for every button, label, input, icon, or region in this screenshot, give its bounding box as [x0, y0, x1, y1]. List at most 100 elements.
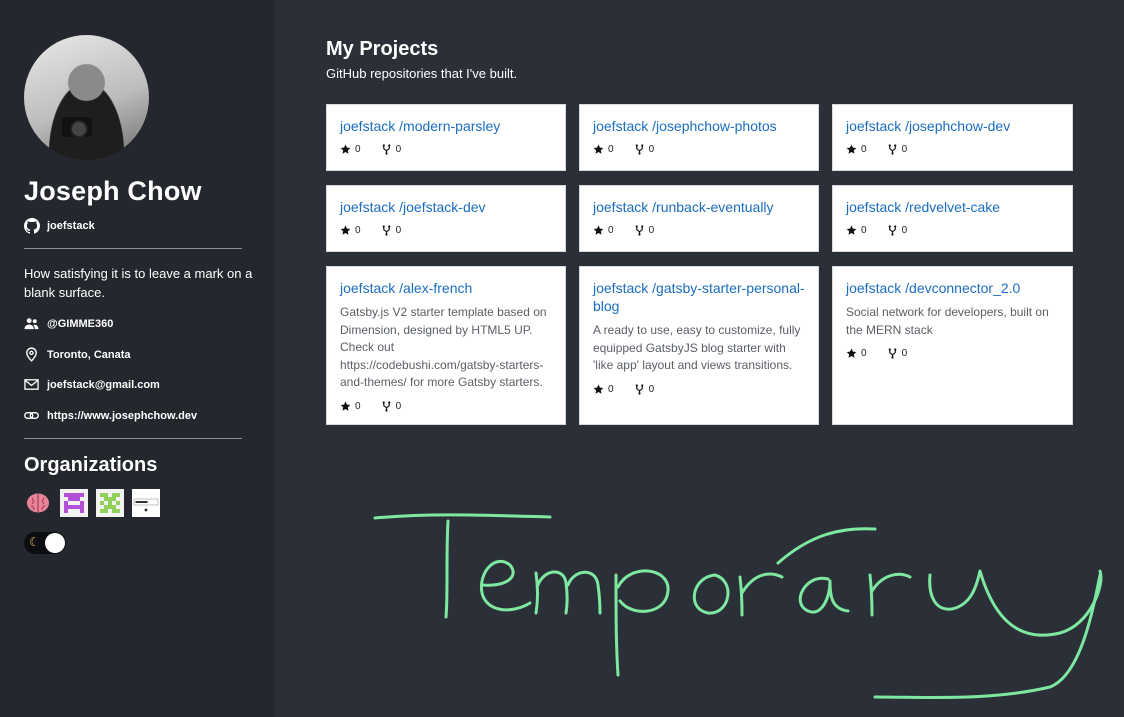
- fork-icon: [635, 383, 643, 395]
- repo-card[interactable]: joefstack /josephchow-photos 0 0: [579, 104, 819, 171]
- star-icon: [340, 144, 351, 154]
- star-icon: [846, 348, 857, 358]
- location-label: Toronto, Canata: [47, 348, 131, 361]
- brain-org-icon[interactable]: [24, 489, 52, 517]
- fork-count: 0: [634, 383, 654, 395]
- organizations-list: [24, 489, 160, 517]
- repo-name: /runback-eventually: [652, 199, 774, 215]
- green-pixel-org-icon[interactable]: [96, 489, 124, 517]
- github-username[interactable]: joefstack: [24, 218, 95, 234]
- codebushi-org-icon[interactable]: [132, 489, 160, 517]
- repo-owner: joefstack: [846, 118, 906, 134]
- star-icon: [340, 401, 351, 411]
- fork-count: 0: [634, 144, 654, 155]
- link-icon: [24, 412, 39, 419]
- star-count: 0: [593, 144, 614, 155]
- repo-link[interactable]: joefstack /joefstack-dev: [340, 198, 552, 216]
- repo-card[interactable]: joefstack /modern-parsley 0 0: [326, 104, 566, 171]
- repo-owner: joefstack: [340, 118, 400, 134]
- email-row[interactable]: joefstack@gmail.com: [24, 377, 160, 392]
- location-pin-icon: [26, 347, 37, 362]
- theme-toggle[interactable]: ☾: [24, 532, 66, 554]
- divider: [24, 248, 242, 249]
- fork-icon: [382, 400, 390, 412]
- star-count: 0: [340, 144, 361, 155]
- purple-pixel-org-icon[interactable]: [60, 489, 88, 517]
- repo-link[interactable]: joefstack /gatsby-starter-personal-blog: [593, 279, 805, 315]
- divider: [24, 438, 242, 439]
- star-icon: [593, 144, 604, 154]
- repo-owner: joefstack: [846, 280, 906, 296]
- repo-owner: joefstack: [593, 199, 653, 215]
- location-row: Toronto, Canata: [24, 347, 131, 362]
- repo-name: /josephchow-photos: [652, 118, 777, 134]
- repo-description: A ready to use, easy to customize, fully…: [593, 323, 801, 372]
- repo-link[interactable]: joefstack /josephchow-photos: [593, 117, 805, 135]
- fork-count: 0: [634, 225, 654, 236]
- email-link[interactable]: joefstack@gmail.com: [47, 379, 160, 391]
- fork-count: 0: [381, 144, 401, 155]
- fork-count: 0: [887, 144, 907, 155]
- fork-icon: [888, 348, 896, 359]
- fork-count: 0: [887, 225, 907, 236]
- repo-name: /redvelvet-cake: [905, 199, 1001, 215]
- repo-link[interactable]: joefstack /runback-eventually: [593, 198, 805, 216]
- repo-owner: joefstack: [593, 118, 653, 134]
- repo-owner: joefstack: [340, 280, 400, 296]
- fork-icon: [888, 225, 896, 236]
- repo-link[interactable]: joefstack /alex-french: [340, 279, 552, 297]
- repo-link[interactable]: joefstack /devconnector_2.0: [846, 279, 1059, 297]
- repo-card[interactable]: joefstack /devconnector_2.0 Social netwo…: [832, 266, 1073, 425]
- repo-card[interactable]: joefstack /alex-french Gatsby.js V2 star…: [326, 266, 566, 425]
- profile-sidebar: Joseph Chow joefstack How satisfying it …: [0, 0, 275, 717]
- star-icon: [593, 384, 604, 394]
- website-link[interactable]: https://www.josephchow.dev: [47, 410, 197, 422]
- fork-count: 0: [381, 400, 401, 412]
- website-row[interactable]: https://www.josephchow.dev: [24, 408, 197, 423]
- page-subtitle: GitHub repositories that I've built.: [326, 66, 518, 81]
- company-label: @GIMME360: [47, 317, 114, 330]
- fork-icon: [888, 144, 896, 155]
- repo-card[interactable]: joefstack /josephchow-dev 0 0: [832, 104, 1073, 171]
- company-row: @GIMME360: [24, 316, 113, 331]
- repo-card[interactable]: joefstack /runback-eventually 0 0: [579, 185, 819, 252]
- star-count: 0: [846, 225, 867, 236]
- handwritten-temporary-overlay: [373, 513, 1103, 700]
- star-icon: [340, 225, 351, 235]
- star-count: 0: [846, 348, 867, 359]
- star-count: 0: [593, 225, 614, 236]
- repo-card[interactable]: joefstack /redvelvet-cake 0 0: [832, 185, 1073, 252]
- repo-card[interactable]: joefstack /gatsby-starter-personal-blog …: [579, 266, 819, 425]
- repo-card[interactable]: joefstack /joefstack-dev 0 0: [326, 185, 566, 252]
- repo-description: Social network for developers, built on …: [846, 305, 1049, 337]
- fork-icon: [382, 225, 390, 236]
- fork-count: 0: [381, 225, 401, 236]
- fork-icon: [635, 225, 643, 236]
- profile-bio: How satisfying it is to leave a mark on …: [24, 266, 253, 300]
- repo-owner: joefstack: [593, 280, 653, 296]
- repo-link[interactable]: joefstack /redvelvet-cake: [846, 198, 1059, 216]
- star-icon: [846, 144, 857, 154]
- repo-name: /joefstack-dev: [399, 199, 486, 215]
- star-count: 0: [593, 384, 614, 395]
- people-icon: [24, 318, 39, 330]
- repo-name: /devconnector_2.0: [905, 280, 1021, 296]
- mail-icon: [24, 379, 39, 390]
- toggle-knob: [45, 533, 65, 553]
- page-title: My Projects: [326, 38, 439, 60]
- fork-count: 0: [887, 348, 907, 359]
- repo-name: /modern-parsley: [399, 118, 501, 134]
- github-icon: [24, 218, 40, 234]
- repo-owner: joefstack: [846, 199, 906, 215]
- star-count: 0: [846, 144, 867, 155]
- repo-description: Gatsby.js V2 starter template based on D…: [340, 305, 547, 389]
- repo-name: /josephchow-dev: [905, 118, 1011, 134]
- username-label: joefstack: [47, 220, 95, 232]
- repo-link[interactable]: joefstack /modern-parsley: [340, 117, 552, 135]
- organizations-title: Organizations: [24, 454, 158, 476]
- star-icon: [593, 225, 604, 235]
- star-count: 0: [340, 401, 361, 412]
- repo-link[interactable]: joefstack /josephchow-dev: [846, 117, 1059, 135]
- star-icon: [846, 225, 857, 235]
- star-count: 0: [340, 225, 361, 236]
